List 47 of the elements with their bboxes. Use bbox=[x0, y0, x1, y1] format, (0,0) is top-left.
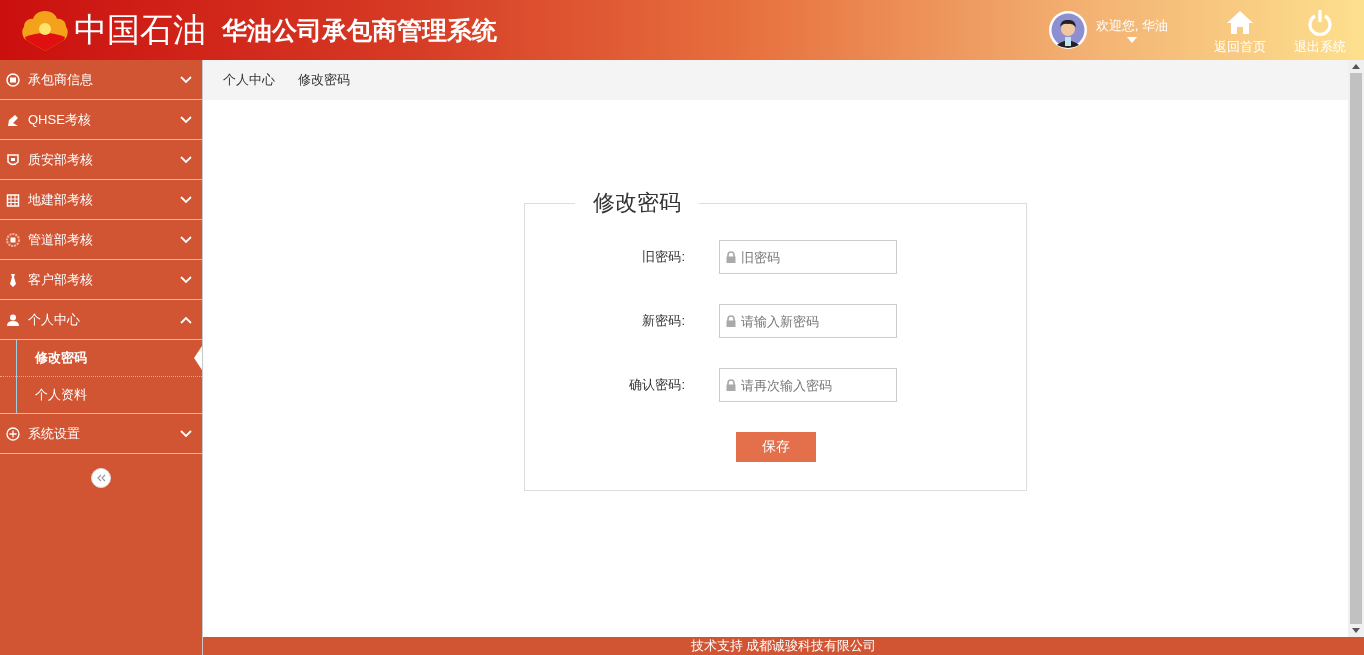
chevron-down-icon bbox=[180, 195, 192, 204]
chevron-down-icon bbox=[180, 155, 192, 164]
scroll-up-icon bbox=[1352, 64, 1360, 69]
power-icon bbox=[1306, 8, 1334, 36]
chevron-down-icon bbox=[180, 275, 192, 284]
app-title: 华油公司承包商管理系统 bbox=[222, 14, 497, 46]
breadcrumb-link[interactable]: 修改密码 bbox=[298, 71, 350, 89]
sidebar-item[interactable]: 质安部考核 bbox=[0, 140, 202, 180]
logo-text: 中国石油 bbox=[74, 9, 206, 50]
caret-icon bbox=[1126, 37, 1137, 43]
user-icon bbox=[6, 312, 20, 327]
scrollbar-thumb[interactable] bbox=[1350, 73, 1362, 624]
shield-icon bbox=[6, 152, 20, 167]
chevron-down-icon bbox=[180, 429, 192, 438]
home-icon bbox=[1226, 8, 1254, 36]
sidebar-item[interactable]: 系统设置 bbox=[0, 414, 202, 454]
avatar-icon bbox=[1047, 10, 1088, 50]
sidebar-item[interactable]: 管道部考核 bbox=[0, 220, 202, 260]
welcome-text: 欢迎您, 华油 bbox=[1095, 17, 1168, 35]
save-button[interactable]: 保存 bbox=[735, 432, 816, 462]
calendar-icon bbox=[6, 192, 20, 207]
chevron-down-icon bbox=[180, 235, 192, 244]
sidebar-item[interactable]: 客户部考核 bbox=[0, 260, 202, 300]
footer-text: 技术支持 成都诚骏科技有限公司 bbox=[203, 637, 1364, 655]
submenu-item[interactable]: 修改密码 bbox=[0, 340, 202, 377]
breadcrumb-link[interactable]: 个人中心 bbox=[223, 71, 275, 89]
sidebar-item[interactable]: 承包商信息 bbox=[0, 60, 202, 100]
scrollbar[interactable] bbox=[1348, 60, 1364, 637]
sidebar-item[interactable]: 个人中心 bbox=[0, 300, 202, 340]
chevron-up-icon bbox=[180, 315, 192, 324]
badge-icon bbox=[6, 232, 20, 247]
field-label: 新密码: bbox=[641, 312, 685, 330]
collapse-button[interactable] bbox=[91, 468, 111, 488]
sidebar-item[interactable]: QHSE考核 bbox=[0, 100, 202, 140]
form-title: 修改密码 bbox=[592, 189, 682, 217]
password-field[interactable]: 旧密码 bbox=[719, 240, 897, 274]
chevron-down-icon bbox=[180, 115, 192, 124]
pen-icon bbox=[6, 112, 20, 127]
password-field[interactable]: 请输入新密码 bbox=[719, 304, 897, 338]
sidebar-item[interactable]: 地建部考核 bbox=[0, 180, 202, 220]
field-label: 旧密码: bbox=[641, 248, 685, 266]
password-field[interactable]: 请再次输入密码 bbox=[719, 368, 897, 402]
field-label: 确认密码: bbox=[628, 376, 685, 394]
scroll-down-icon bbox=[1352, 628, 1360, 633]
plus-icon bbox=[6, 426, 20, 441]
chevron-down-icon bbox=[180, 75, 192, 84]
double-chevron-icon bbox=[96, 474, 106, 482]
